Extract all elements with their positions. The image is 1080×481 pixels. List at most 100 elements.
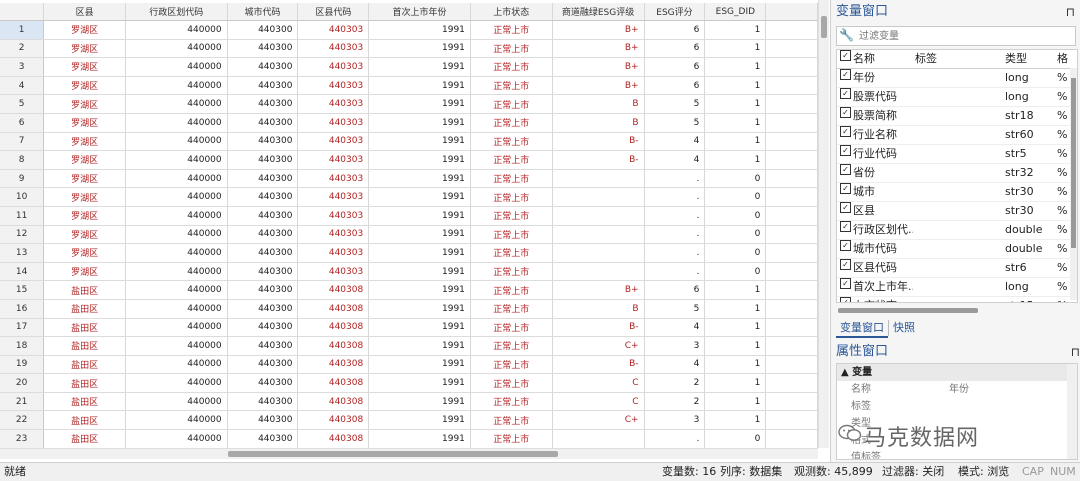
table-cell[interactable]: . — [644, 206, 706, 226]
table-cell[interactable]: . — [644, 225, 706, 245]
column-header[interactable]: 行政区划代码 — [125, 3, 228, 21]
table-row[interactable]: 18 盐田区 440000 440300 440308 1991 正常上市 C+ 3 1 — [0, 336, 818, 356]
variable-row[interactable]: ✓ 城市 str30% — [837, 183, 1077, 202]
scroll-thumb[interactable] — [1071, 78, 1076, 248]
table-cell[interactable]: 正常上市 — [470, 206, 553, 226]
table-cell[interactable]: 1 — [704, 299, 767, 319]
table-row[interactable]: 16 盐田区 440000 440300 440308 1991 正常上市 B 5 1 — [0, 299, 818, 319]
table-cell[interactable]: 6 — [644, 76, 706, 96]
table-cell[interactable]: 正常上市 — [470, 429, 553, 448]
table-cell[interactable]: 正常上市 — [470, 336, 553, 356]
table-cell[interactable]: 罗湖区 — [43, 132, 126, 152]
table-row[interactable]: 14 罗湖区 440000 440300 440303 1991 正常上市. 0 — [0, 262, 818, 282]
table-cell[interactable]: 1991 — [368, 262, 471, 282]
table-cell[interactable]: 盐田区 — [43, 336, 126, 356]
table-cell[interactable]: 正常上市 — [470, 187, 553, 207]
table-cell[interactable]: 罗湖区 — [43, 113, 126, 133]
scroll-thumb[interactable] — [838, 308, 978, 313]
column-header[interactable]: 上市状态 — [470, 3, 553, 21]
table-cell[interactable]: 1991 — [368, 20, 471, 40]
table-cell[interactable]: 440000 — [125, 392, 228, 412]
table-cell[interactable]: 440000 — [125, 20, 228, 40]
table-cell[interactable]: 4 — [644, 132, 706, 152]
table-cell[interactable]: . — [644, 187, 706, 207]
table-cell[interactable]: 正常上市 — [470, 20, 553, 40]
table-cell[interactable]: 3 — [644, 336, 706, 356]
table-cell[interactable]: 1991 — [368, 187, 471, 207]
row-number-cell[interactable]: 7 — [0, 132, 45, 152]
table-cell[interactable] — [552, 169, 645, 189]
column-header[interactable]: 区县代码 — [297, 3, 370, 21]
table-cell[interactable]: 2 — [644, 392, 706, 412]
table-cell[interactable]: 1991 — [368, 429, 471, 448]
table-cell[interactable]: 440308 — [297, 280, 370, 300]
table-cell[interactable]: C+ — [552, 410, 645, 431]
variable-row[interactable]: ✓ 行业代码 str5% — [837, 145, 1077, 164]
table-cell[interactable]: 1991 — [368, 57, 471, 77]
table-cell[interactable]: 440300 — [227, 132, 299, 152]
table-cell[interactable]: 440300 — [227, 373, 299, 393]
table-cell[interactable]: 正常上市 — [470, 150, 553, 170]
variable-checkbox[interactable]: ✓ — [840, 240, 851, 251]
table-cell[interactable] — [552, 429, 645, 448]
table-cell[interactable]: 盐田区 — [43, 429, 126, 448]
column-header[interactable]: ESG评分 — [644, 3, 706, 21]
table-cell[interactable]: . — [644, 169, 706, 189]
table-cell[interactable]: 1991 — [368, 94, 471, 114]
table-cell[interactable]: 440308 — [297, 336, 370, 356]
table-cell[interactable]: 440000 — [125, 169, 228, 189]
pin-icon[interactable]: ⊓ — [1071, 340, 1080, 364]
table-cell[interactable]: 440300 — [227, 20, 299, 40]
tab-snapshots[interactable]: 快照 — [888, 320, 919, 336]
column-header[interactable]: 城市代码 — [227, 3, 299, 21]
column-header[interactable]: 区县 — [43, 3, 126, 21]
row-number-cell[interactable]: 9 — [0, 169, 45, 189]
table-cell[interactable]: 正常上市 — [470, 39, 553, 59]
variable-row[interactable]: ✓ 首次上市年... long% — [837, 278, 1077, 297]
variable-row[interactable]: ✓ 年份 long% — [837, 69, 1077, 88]
row-number-cell[interactable]: 14 — [0, 262, 45, 282]
table-cell[interactable]: 1 — [704, 150, 767, 170]
table-cell[interactable]: 0 — [704, 187, 767, 207]
table-cell[interactable]: 1991 — [368, 336, 471, 356]
table-cell[interactable]: 正常上市 — [470, 57, 553, 77]
table-cell[interactable]: 440308 — [297, 429, 370, 448]
table-cell[interactable]: 罗湖区 — [43, 57, 126, 77]
table-cell[interactable]: 440000 — [125, 225, 228, 245]
table-cell[interactable]: 1 — [704, 132, 767, 152]
table-cell[interactable]: 正常上市 — [470, 280, 553, 300]
table-cell[interactable]: 440300 — [227, 280, 299, 300]
variable-checkbox[interactable]: ✓ — [840, 145, 851, 156]
column-header-format[interactable]: 格 — [1057, 50, 1077, 68]
variable-checkbox[interactable]: ✓ — [840, 164, 851, 175]
table-row[interactable]: 4 罗湖区 440000 440300 440303 1991 正常上市 B+ 6 1 — [0, 76, 818, 96]
table-cell[interactable] — [552, 243, 645, 263]
table-cell[interactable]: 440308 — [297, 299, 370, 319]
table-cell[interactable]: 440000 — [125, 280, 228, 300]
row-number-cell[interactable]: 6 — [0, 113, 45, 133]
variable-row[interactable]: ✓ 行业名称 str60% — [837, 126, 1077, 145]
column-header[interactable]: ESG_DID — [704, 3, 767, 21]
variable-row[interactable]: ✓ 股票简称 str18% — [837, 107, 1077, 126]
table-cell[interactable]: 440300 — [227, 187, 299, 207]
table-cell[interactable]: 440000 — [125, 150, 228, 170]
table-cell[interactable]: 440000 — [125, 336, 228, 356]
variable-checkbox[interactable]: ✓ — [840, 183, 851, 194]
table-cell[interactable]: 440300 — [227, 206, 299, 226]
variable-checkbox[interactable]: ✓ — [840, 88, 851, 99]
row-number-cell[interactable]: 11 — [0, 206, 45, 226]
table-cell[interactable]: 正常上市 — [470, 225, 553, 245]
table-cell[interactable]: 440300 — [227, 76, 299, 96]
table-cell[interactable]: 440303 — [297, 20, 370, 40]
row-number-cell[interactable]: 8 — [0, 150, 45, 170]
table-cell[interactable]: 1 — [704, 113, 767, 133]
variable-checkbox[interactable]: ✓ — [840, 297, 851, 302]
variable-checkbox[interactable]: ✓ — [840, 202, 851, 213]
table-cell[interactable]: . — [644, 429, 706, 448]
variable-checkbox[interactable]: ✓ — [840, 107, 851, 118]
table-row[interactable]: 19 盐田区 440000 440300 440308 1991 正常上市 B- 4 1 — [0, 355, 818, 375]
table-cell[interactable]: 0 — [704, 206, 767, 226]
table-cell[interactable]: B- — [552, 150, 645, 170]
table-cell[interactable]: 440300 — [227, 318, 299, 338]
table-cell[interactable]: 1 — [704, 373, 767, 393]
